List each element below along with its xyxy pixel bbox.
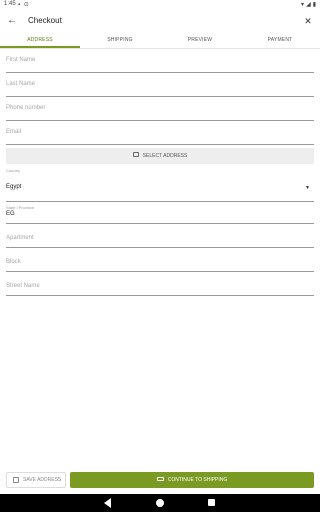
status-bar: 1:45 ▪ ⊙ ▾ ◢ ▮ xyxy=(0,0,320,10)
page-title: Checkout xyxy=(28,16,62,25)
apartment-placeholder: Apartment xyxy=(6,235,34,241)
address-form: First Name Last Name Phone number Email xyxy=(6,49,314,145)
tab-address[interactable]: ADDRESS xyxy=(0,33,80,48)
close-icon[interactable]: ✕ xyxy=(301,14,315,28)
first-name-field[interactable]: First Name xyxy=(6,49,314,73)
battery-icon: ▮ xyxy=(312,2,316,8)
first-name-placeholder: First Name xyxy=(6,57,36,63)
bottom-actions: SAVE ADDRESS CONTINUE TO SHIPPING xyxy=(0,470,320,490)
status-right-icons: ▾ ◢ ▮ xyxy=(301,1,316,8)
last-name-field[interactable]: Last Name xyxy=(6,73,314,97)
continue-to-shipping-button[interactable]: CONTINUE TO SHIPPING xyxy=(70,472,314,488)
app-bar: ← Checkout ✕ xyxy=(0,10,320,32)
save-address-button[interactable]: SAVE ADDRESS xyxy=(6,472,66,488)
email-field[interactable]: Email xyxy=(6,121,314,145)
continue-label: CONTINUE TO SHIPPING xyxy=(167,477,228,483)
state-label: State / Province xyxy=(6,205,35,210)
signal-icon: ◢ xyxy=(306,2,311,8)
street-name-placeholder: Street Name xyxy=(6,283,40,289)
chevron-down-icon: ▼ xyxy=(305,185,310,191)
phone-placeholder: Phone number xyxy=(6,105,46,111)
select-address-button[interactable]: SELECT ADDRESS xyxy=(6,148,314,164)
system-nav-bar xyxy=(0,494,320,512)
select-address-label: SELECT ADDRESS xyxy=(142,153,188,159)
truck-icon xyxy=(156,476,164,481)
nav-back-icon[interactable] xyxy=(104,498,111,508)
tab-preview[interactable]: PREVIEW xyxy=(160,33,240,48)
status-notification-icons: ▪ ⊙ xyxy=(18,2,30,8)
tab-shipping[interactable]: SHIPPING xyxy=(80,33,160,48)
checkout-tabs: ADDRESS SHIPPING PREVIEW PAYMENT xyxy=(0,33,320,49)
wifi-icon: ▾ xyxy=(301,2,305,8)
checkbox-icon xyxy=(13,477,19,483)
address-form-lower: Country Egypt ▼ State / Province EG Apar… xyxy=(6,168,314,296)
status-time: 1:45 xyxy=(4,1,16,7)
block-placeholder: Block xyxy=(6,259,21,265)
address-book-icon xyxy=(132,152,139,158)
save-address-label: SAVE ADDRESS xyxy=(23,477,62,483)
email-placeholder: Email xyxy=(6,129,22,135)
country-label: Country xyxy=(6,168,21,173)
country-select[interactable]: Country Egypt ▼ xyxy=(6,168,314,202)
state-field[interactable]: State / Province EG xyxy=(6,202,314,224)
arrow-left-icon[interactable]: ← xyxy=(5,14,19,28)
state-value: EG xyxy=(6,211,15,217)
tab-payment[interactable]: PAYMENT xyxy=(240,33,320,48)
apartment-field[interactable]: Apartment xyxy=(6,224,314,248)
phone-field[interactable]: Phone number xyxy=(6,97,314,121)
country-value: Egypt xyxy=(6,184,22,190)
street-name-field[interactable]: Street Name xyxy=(6,272,314,296)
last-name-placeholder: Last Name xyxy=(6,81,36,87)
nav-recents-icon[interactable] xyxy=(208,499,215,506)
block-field[interactable]: Block xyxy=(6,248,314,272)
nav-home-icon[interactable] xyxy=(156,499,164,507)
